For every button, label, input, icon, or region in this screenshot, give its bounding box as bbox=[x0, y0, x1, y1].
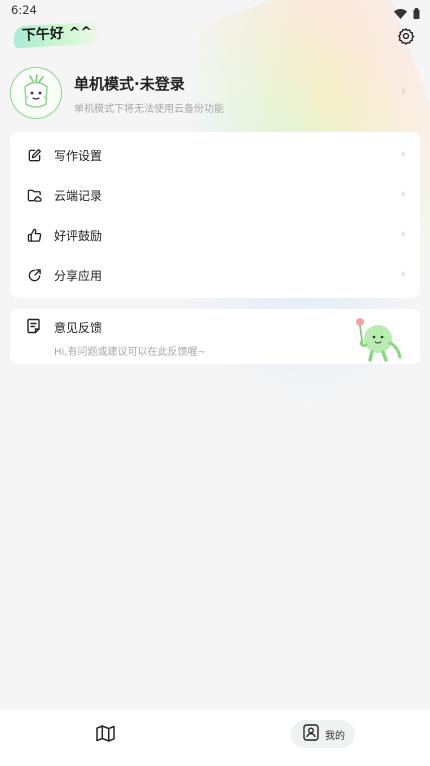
settings-button[interactable] bbox=[394, 26, 418, 50]
app-page: 6:24 下午好 ^^ 单机模式·未登录 单机模式下将无法使用云备份功能 › 写… bbox=[0, 0, 430, 766]
avatar[interactable] bbox=[10, 67, 62, 119]
status-icons bbox=[394, 4, 420, 23]
settings-menu-card: 写作设置 › 云端记录 › 好评鼓励 › 分享应用 › bbox=[10, 132, 420, 298]
tab-map[interactable] bbox=[93, 723, 117, 747]
menu-item-writing-settings[interactable]: 写作设置 › bbox=[10, 135, 420, 175]
thumbs-up-icon bbox=[26, 227, 42, 243]
menu-item-label: 写作设置 bbox=[54, 148, 103, 163]
tab-mine-label: 我的 bbox=[325, 730, 345, 742]
chevron-right-icon: › bbox=[400, 84, 406, 99]
greeting-badge: 下午好 ^^ bbox=[13, 21, 101, 49]
profile-row[interactable]: 单机模式·未登录 单机模式下将无法使用云备份功能 › bbox=[8, 64, 422, 124]
menu-item-rate-app[interactable]: 好评鼓励 › bbox=[10, 215, 420, 255]
share-icon bbox=[26, 267, 42, 283]
profile-title: 单机模式·未登录 bbox=[74, 75, 185, 93]
chevron-right-icon: › bbox=[400, 267, 406, 282]
feedback-subtitle: Hi,有问题或建议可以在此反馈喔~ bbox=[54, 347, 206, 358]
mascot-face-icon bbox=[24, 74, 48, 108]
battery-icon bbox=[413, 4, 420, 23]
chevron-right-icon: › bbox=[400, 147, 406, 162]
chevron-right-icon: › bbox=[400, 227, 406, 242]
status-bar: 6:24 bbox=[0, 0, 430, 20]
profile-subtitle: 单机模式下将无法使用云备份功能 bbox=[74, 104, 224, 115]
menu-item-share-app[interactable]: 分享应用 › bbox=[10, 255, 420, 295]
profile-icon bbox=[302, 723, 319, 745]
edit-icon bbox=[26, 147, 42, 163]
feedback-card[interactable]: 意见反馈 Hi,有问题或建议可以在此反馈喔~ bbox=[10, 309, 420, 364]
tab-mine[interactable]: 我的 bbox=[291, 720, 355, 748]
menu-item-label: 云端记录 bbox=[54, 188, 103, 203]
gear-icon bbox=[397, 27, 415, 49]
bottom-navigation: 我的 bbox=[0, 710, 430, 766]
map-icon bbox=[95, 724, 115, 746]
menu-item-label: 好评鼓励 bbox=[54, 228, 103, 243]
feedback-title: 意见反馈 bbox=[54, 321, 103, 335]
feedback-note-icon bbox=[26, 318, 42, 334]
menu-item-label: 分享应用 bbox=[54, 268, 103, 283]
wifi-icon bbox=[394, 4, 407, 23]
status-time: 6:24 bbox=[11, 3, 37, 17]
cloud-folder-icon bbox=[26, 187, 42, 203]
mascot-illustration bbox=[356, 318, 402, 362]
chevron-right-icon: › bbox=[400, 187, 406, 202]
menu-item-cloud-records[interactable]: 云端记录 › bbox=[10, 175, 420, 215]
